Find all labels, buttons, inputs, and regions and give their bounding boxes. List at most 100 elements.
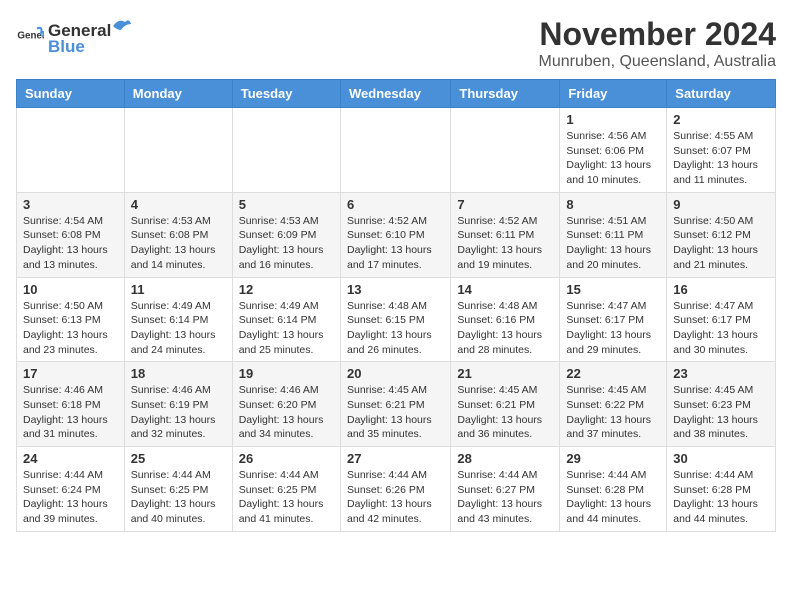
calendar-week-row: 17 Sunrise: 4:46 AM Sunset: 6:18 PM Dayli… xyxy=(17,362,776,447)
day-info: Sunrise: 4:44 AM Sunset: 6:24 PM Dayligh… xyxy=(23,468,118,527)
day-info: Sunrise: 4:49 AM Sunset: 6:14 PM Dayligh… xyxy=(239,299,334,358)
calendar-cell: 4 Sunrise: 4:53 AM Sunset: 6:08 PM Daylig… xyxy=(124,192,232,277)
location-subtitle: Munruben, Queensland, Australia xyxy=(539,53,776,71)
day-number: 7 xyxy=(457,197,553,212)
day-info: Sunrise: 4:55 AM Sunset: 6:07 PM Dayligh… xyxy=(673,129,769,188)
day-info: Sunrise: 4:47 AM Sunset: 6:17 PM Dayligh… xyxy=(566,299,660,358)
calendar-cell: 29 Sunrise: 4:44 AM Sunset: 6:28 PM Dayli… xyxy=(560,447,667,532)
weekday-header-monday: Monday xyxy=(124,80,232,108)
day-number: 15 xyxy=(566,282,660,297)
day-info: Sunrise: 4:52 AM Sunset: 6:10 PM Dayligh… xyxy=(347,214,444,273)
calendar-week-row: 10 Sunrise: 4:50 AM Sunset: 6:13 PM Dayli… xyxy=(17,277,776,362)
day-number: 28 xyxy=(457,451,553,466)
calendar-cell xyxy=(451,108,560,193)
day-info: Sunrise: 4:45 AM Sunset: 6:21 PM Dayligh… xyxy=(457,383,553,442)
calendar-cell: 3Sunrise: 4:54 AM Sunset: 6:08 PM Daylig… xyxy=(17,192,125,277)
calendar-cell: 17 Sunrise: 4:46 AM Sunset: 6:18 PM Dayli… xyxy=(17,362,125,447)
day-info: Sunrise: 4:50 AM Sunset: 6:13 PM Dayligh… xyxy=(23,299,118,358)
calendar-table: SundayMondayTuesdayWednesdayThursdayFrid… xyxy=(16,79,776,532)
calendar-cell: 9 Sunrise: 4:50 AM Sunset: 6:12 PM Daylig… xyxy=(667,192,776,277)
calendar-cell: 8Sunrise: 4:51 AM Sunset: 6:11 PM Daylig… xyxy=(560,192,667,277)
weekday-header-wednesday: Wednesday xyxy=(340,80,450,108)
calendar-cell: 10 Sunrise: 4:50 AM Sunset: 6:13 PM Dayli… xyxy=(17,277,125,362)
month-title: November 2024 xyxy=(539,16,776,53)
calendar-cell: 27 Sunrise: 4:44 AM Sunset: 6:26 PM Dayli… xyxy=(340,447,450,532)
calendar-cell: 1 Sunrise: 4:56 AM Sunset: 6:06 PM Daylig… xyxy=(560,108,667,193)
day-info: Sunrise: 4:45 AM Sunset: 6:22 PM Dayligh… xyxy=(566,383,660,442)
day-number: 4 xyxy=(131,197,226,212)
logo-bird-icon xyxy=(111,16,133,36)
day-info: Sunrise: 4:49 AM Sunset: 6:14 PM Dayligh… xyxy=(131,299,226,358)
day-number: 17 xyxy=(23,366,118,381)
weekday-header-friday: Friday xyxy=(560,80,667,108)
calendar-cell: 14 Sunrise: 4:48 AM Sunset: 6:16 PM Dayli… xyxy=(451,277,560,362)
day-info: Sunrise: 4:52 AM Sunset: 6:11 PM Dayligh… xyxy=(457,214,553,273)
calendar-cell: 5Sunrise: 4:53 AM Sunset: 6:09 PM Daylig… xyxy=(232,192,340,277)
calendar-cell: 2 Sunrise: 4:55 AM Sunset: 6:07 PM Daylig… xyxy=(667,108,776,193)
day-info: Sunrise: 4:44 AM Sunset: 6:28 PM Dayligh… xyxy=(673,468,769,527)
calendar-cell: 18 Sunrise: 4:46 AM Sunset: 6:19 PM Dayli… xyxy=(124,362,232,447)
calendar-cell: 7 Sunrise: 4:52 AM Sunset: 6:11 PM Daylig… xyxy=(451,192,560,277)
calendar-cell xyxy=(232,108,340,193)
day-number: 29 xyxy=(566,451,660,466)
day-number: 9 xyxy=(673,197,769,212)
day-number: 3 xyxy=(23,197,118,212)
calendar-cell: 23 Sunrise: 4:45 AM Sunset: 6:23 PM Dayli… xyxy=(667,362,776,447)
day-number: 5 xyxy=(239,197,334,212)
calendar-cell: 6Sunrise: 4:52 AM Sunset: 6:10 PM Daylig… xyxy=(340,192,450,277)
day-number: 21 xyxy=(457,366,553,381)
day-number: 16 xyxy=(673,282,769,297)
calendar-cell: 15 Sunrise: 4:47 AM Sunset: 6:17 PM Dayli… xyxy=(560,277,667,362)
day-number: 27 xyxy=(347,451,444,466)
calendar-cell: 12Sunrise: 4:49 AM Sunset: 6:14 PM Dayli… xyxy=(232,277,340,362)
day-info: Sunrise: 4:56 AM Sunset: 6:06 PM Dayligh… xyxy=(566,129,660,188)
calendar-cell: 22 Sunrise: 4:45 AM Sunset: 6:22 PM Dayli… xyxy=(560,362,667,447)
logo-icon: General xyxy=(16,23,44,51)
calendar-week-row: 3Sunrise: 4:54 AM Sunset: 6:08 PM Daylig… xyxy=(17,192,776,277)
calendar-week-row: 1 Sunrise: 4:56 AM Sunset: 6:06 PM Daylig… xyxy=(17,108,776,193)
day-info: Sunrise: 4:44 AM Sunset: 6:25 PM Dayligh… xyxy=(131,468,226,527)
weekday-header-thursday: Thursday xyxy=(451,80,560,108)
calendar-cell: 11 Sunrise: 4:49 AM Sunset: 6:14 PM Dayli… xyxy=(124,277,232,362)
calendar-cell: 26 Sunrise: 4:44 AM Sunset: 6:25 PM Dayli… xyxy=(232,447,340,532)
calendar-header-row: SundayMondayTuesdayWednesdayThursdayFrid… xyxy=(17,80,776,108)
day-number: 13 xyxy=(347,282,444,297)
calendar-week-row: 24Sunrise: 4:44 AM Sunset: 6:24 PM Dayli… xyxy=(17,447,776,532)
calendar-cell: 21 Sunrise: 4:45 AM Sunset: 6:21 PM Dayli… xyxy=(451,362,560,447)
day-number: 8 xyxy=(566,197,660,212)
day-info: Sunrise: 4:44 AM Sunset: 6:28 PM Dayligh… xyxy=(566,468,660,527)
day-number: 30 xyxy=(673,451,769,466)
day-info: Sunrise: 4:47 AM Sunset: 6:17 PM Dayligh… xyxy=(673,299,769,358)
calendar-cell: 19 Sunrise: 4:46 AM Sunset: 6:20 PM Dayli… xyxy=(232,362,340,447)
day-info: Sunrise: 4:53 AM Sunset: 6:08 PM Dayligh… xyxy=(131,214,226,273)
day-info: Sunrise: 4:46 AM Sunset: 6:19 PM Dayligh… xyxy=(131,383,226,442)
svg-text:General: General xyxy=(17,30,44,41)
day-number: 14 xyxy=(457,282,553,297)
calendar-cell: 16 Sunrise: 4:47 AM Sunset: 6:17 PM Dayli… xyxy=(667,277,776,362)
day-number: 18 xyxy=(131,366,226,381)
day-number: 11 xyxy=(131,282,226,297)
weekday-header-saturday: Saturday xyxy=(667,80,776,108)
day-info: Sunrise: 4:48 AM Sunset: 6:15 PM Dayligh… xyxy=(347,299,444,358)
calendar-cell: 30 Sunrise: 4:44 AM Sunset: 6:28 PM Dayli… xyxy=(667,447,776,532)
day-info: Sunrise: 4:44 AM Sunset: 6:25 PM Dayligh… xyxy=(239,468,334,527)
calendar-cell: 20Sunrise: 4:45 AM Sunset: 6:21 PM Dayli… xyxy=(340,362,450,447)
day-number: 2 xyxy=(673,112,769,127)
day-number: 26 xyxy=(239,451,334,466)
day-number: 19 xyxy=(239,366,334,381)
weekday-header-sunday: Sunday xyxy=(17,80,125,108)
day-info: Sunrise: 4:50 AM Sunset: 6:12 PM Dayligh… xyxy=(673,214,769,273)
day-number: 22 xyxy=(566,366,660,381)
weekday-header-tuesday: Tuesday xyxy=(232,80,340,108)
day-number: 23 xyxy=(673,366,769,381)
page-header: General General Blue November 2024 Munru… xyxy=(16,16,776,71)
day-info: Sunrise: 4:46 AM Sunset: 6:18 PM Dayligh… xyxy=(23,383,118,442)
day-number: 20 xyxy=(347,366,444,381)
day-info: Sunrise: 4:48 AM Sunset: 6:16 PM Dayligh… xyxy=(457,299,553,358)
day-info: Sunrise: 4:45 AM Sunset: 6:23 PM Dayligh… xyxy=(673,383,769,442)
day-info: Sunrise: 4:44 AM Sunset: 6:26 PM Dayligh… xyxy=(347,468,444,527)
day-info: Sunrise: 4:46 AM Sunset: 6:20 PM Dayligh… xyxy=(239,383,334,442)
day-number: 1 xyxy=(566,112,660,127)
calendar-cell: 25Sunrise: 4:44 AM Sunset: 6:25 PM Dayli… xyxy=(124,447,232,532)
day-number: 10 xyxy=(23,282,118,297)
